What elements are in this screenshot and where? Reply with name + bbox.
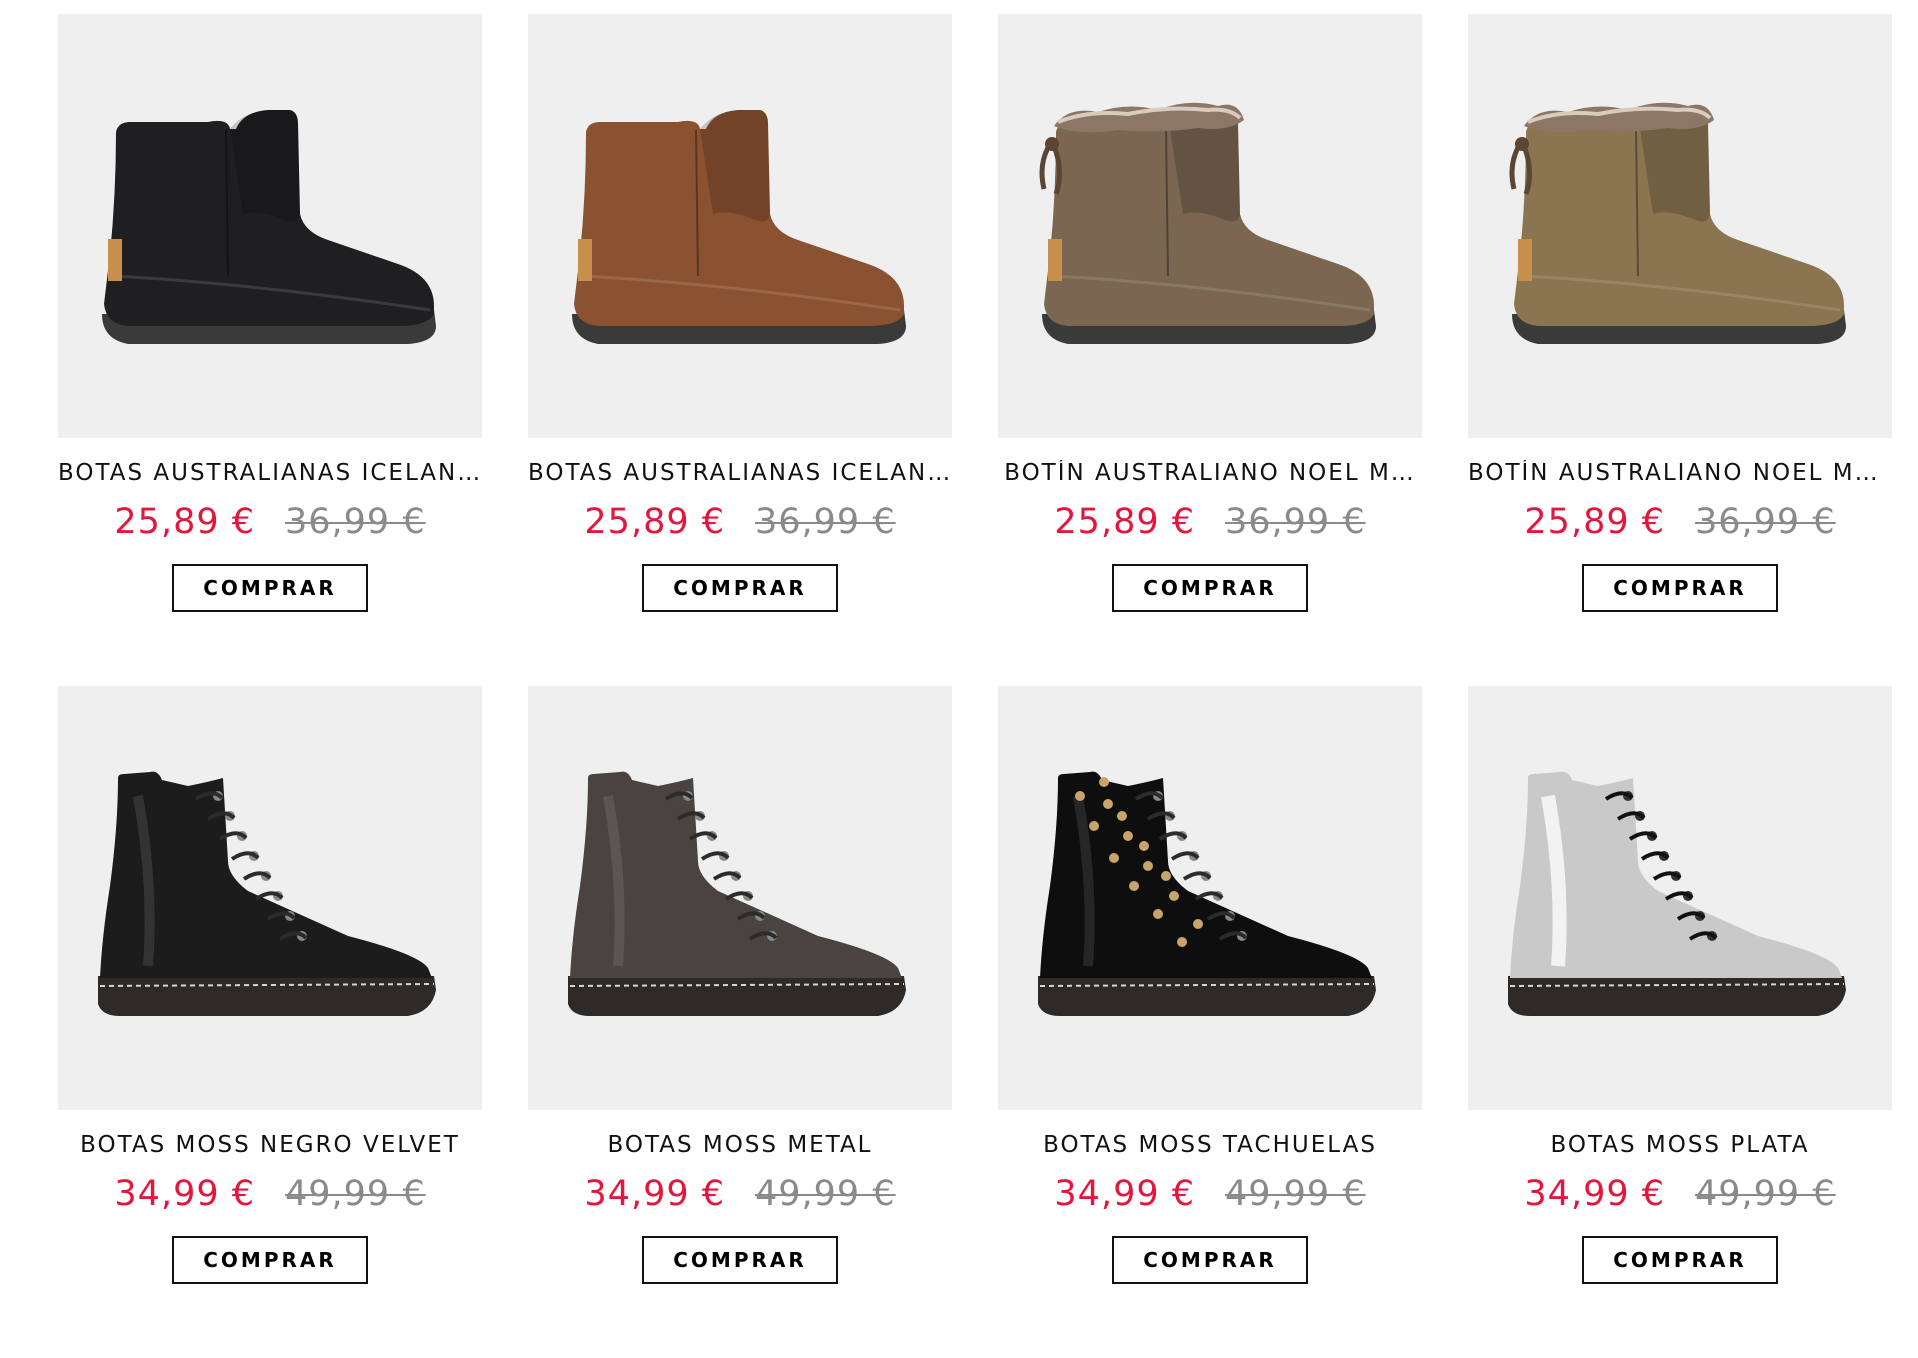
product-card[interactable]: BOTAS MOSS METAL 34,99 € 49,99 € COMPRAR xyxy=(528,686,952,1358)
product-image[interactable] xyxy=(528,686,952,1110)
product-image[interactable] xyxy=(58,686,482,1110)
product-image[interactable] xyxy=(58,14,482,438)
sale-price: 25,89 € xyxy=(114,502,255,542)
product-image[interactable] xyxy=(528,14,952,438)
original-price: 49,99 € xyxy=(1695,1174,1836,1214)
original-price: 49,99 € xyxy=(755,1174,896,1214)
buy-button[interactable]: COMPRAR xyxy=(1582,564,1778,612)
product-name[interactable]: BOTAS MOSS TACHUELAS xyxy=(998,1132,1422,1158)
product-image[interactable] xyxy=(1468,14,1892,438)
buy-button[interactable]: COMPRAR xyxy=(1112,1236,1308,1284)
sale-price: 34,99 € xyxy=(1524,1174,1665,1214)
product-card[interactable]: BOTAS MOSS NEGRO VELVET 34,99 € 49,99 € COM… xyxy=(58,686,482,1358)
buy-button[interactable]: COMPRAR xyxy=(642,1236,838,1284)
product-name[interactable]: BOTAS MOSS METAL xyxy=(528,1132,952,1158)
sale-price: 25,89 € xyxy=(1524,502,1665,542)
price-row: 34,99 € 49,99 € xyxy=(584,1174,895,1214)
product-card[interactable]: BOTÍN AUSTRALIANO NOEL ME… 25,89 € 36,99 €… xyxy=(1468,14,1892,686)
product-image[interactable] xyxy=(1468,686,1892,1110)
sale-price: 34,99 € xyxy=(1054,1174,1195,1214)
price-row: 25,89 € 36,99 € xyxy=(1524,502,1835,542)
original-price: 36,99 € xyxy=(755,502,896,542)
buy-button[interactable]: COMPRAR xyxy=(1582,1236,1778,1284)
product-image[interactable] xyxy=(998,14,1422,438)
sale-price: 34,99 € xyxy=(584,1174,725,1214)
original-price: 49,99 € xyxy=(1225,1174,1366,1214)
product-card[interactable]: BOTAS MOSS PLATA 34,99 € 49,99 € COMPRAR xyxy=(1468,686,1892,1358)
price-row: 25,89 € 36,99 € xyxy=(1054,502,1365,542)
buy-button[interactable]: COMPRAR xyxy=(1112,564,1308,612)
sale-price: 25,89 € xyxy=(1054,502,1195,542)
buy-button[interactable]: COMPRAR xyxy=(172,1236,368,1284)
original-price: 49,99 € xyxy=(285,1174,426,1214)
sale-price: 34,99 € xyxy=(114,1174,255,1214)
product-name[interactable]: BOTAS AUSTRALIANAS ICELAN… xyxy=(58,460,482,486)
product-name[interactable]: BOTAS MOSS PLATA xyxy=(1468,1132,1892,1158)
product-card[interactable]: BOTAS AUSTRALIANAS ICELAN… 25,89 € 36,99 €… xyxy=(528,14,952,686)
original-price: 36,99 € xyxy=(1695,502,1836,542)
price-row: 34,99 € 49,99 € xyxy=(1054,1174,1365,1214)
buy-button[interactable]: COMPRAR xyxy=(642,564,838,612)
price-row: 25,89 € 36,99 € xyxy=(584,502,895,542)
sale-price: 25,89 € xyxy=(584,502,725,542)
price-row: 25,89 € 36,99 € xyxy=(114,502,425,542)
product-card[interactable]: BOTÍN AUSTRALIANO NOEL M… 25,89 € 36,99 € C… xyxy=(998,14,1422,686)
price-row: 34,99 € 49,99 € xyxy=(114,1174,425,1214)
buy-button[interactable]: COMPRAR xyxy=(172,564,368,612)
product-card[interactable]: BOTAS AUSTRALIANAS ICELAN… 25,89 € 36,99 €… xyxy=(58,14,482,686)
product-name[interactable]: BOTAS AUSTRALIANAS ICELAN… xyxy=(528,460,952,486)
product-grid: BOTAS AUSTRALIANAS ICELAN… 25,89 € 36,99 €… xyxy=(58,14,1898,1358)
product-name[interactable]: BOTAS MOSS NEGRO VELVET xyxy=(58,1132,482,1158)
original-price: 36,99 € xyxy=(1225,502,1366,542)
original-price: 36,99 € xyxy=(285,502,426,542)
product-card[interactable]: BOTAS MOSS TACHUELAS 34,99 € 49,99 € COMPRA… xyxy=(998,686,1422,1358)
price-row: 34,99 € 49,99 € xyxy=(1524,1174,1835,1214)
product-name[interactable]: BOTÍN AUSTRALIANO NOEL M… xyxy=(998,460,1422,486)
product-name[interactable]: BOTÍN AUSTRALIANO NOEL ME… xyxy=(1468,460,1892,486)
product-image[interactable] xyxy=(998,686,1422,1110)
